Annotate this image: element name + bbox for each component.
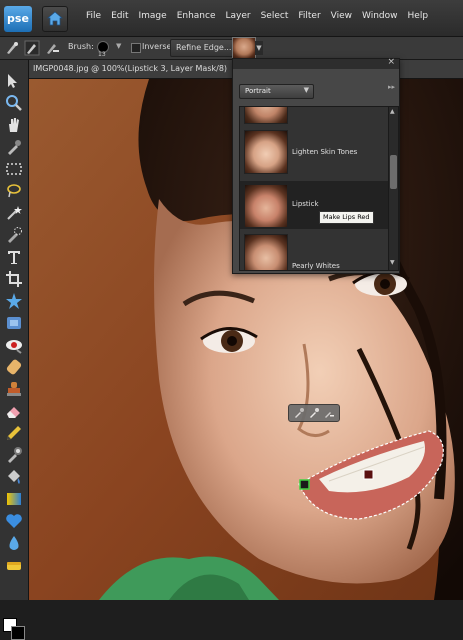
red-eye-removal-tool-icon[interactable] [5, 336, 23, 354]
recompose-tool-icon[interactable] [5, 314, 23, 332]
home-icon [47, 11, 63, 26]
effect-item[interactable]: Pearly Whites [240, 231, 388, 270]
refine-edge-button[interactable]: Refine Edge... [170, 39, 238, 57]
menu-edit[interactable]: Edit [111, 11, 134, 21]
menu-filter[interactable]: Filter [298, 11, 326, 21]
add-to-selection-icon[interactable] [24, 40, 40, 56]
effect-thumbnail [244, 130, 288, 174]
effect-thumbnail [244, 107, 288, 124]
magic-wand-tool-icon[interactable] [5, 204, 23, 222]
chevron-down-icon: ▼ [303, 86, 309, 94]
menu-file[interactable]: File [86, 11, 107, 21]
lasso-tool-icon[interactable] [5, 182, 23, 200]
subtract-brush-icon[interactable] [323, 407, 335, 419]
effect-thumbnail [244, 184, 288, 228]
home-button[interactable] [42, 6, 68, 32]
menu-window[interactable]: Window [362, 11, 404, 21]
zoom-tool-icon[interactable] [5, 94, 23, 112]
smart-brush-tool-icon[interactable] [5, 446, 23, 464]
effect-thumbnail [244, 234, 288, 270]
app-logo: pse [4, 6, 32, 32]
scrollbar-thumb[interactable] [390, 155, 397, 189]
scroll-up-icon[interactable]: ▲ [390, 108, 395, 115]
custom-shape-tool-icon[interactable] [5, 512, 23, 530]
add-brush-icon[interactable] [308, 407, 320, 419]
menu-view[interactable]: View [331, 11, 358, 21]
effects-panel: × Portrait ▼ ▸▸ Lighten Skin Tones Lipst… [232, 57, 400, 274]
eyedropper-tool-icon[interactable] [5, 138, 23, 156]
background-color-swatch[interactable] [11, 626, 25, 640]
smart-brush-mini-toolbar [288, 404, 340, 422]
effects-list: Lighten Skin Tones Lipstick Pearly White… [239, 106, 389, 271]
menu-layer[interactable]: Layer [226, 11, 257, 21]
tooltip: Make Lips Red [319, 211, 374, 224]
crop-tool-icon[interactable] [5, 270, 23, 288]
main-menu: File Edit Image Enhance Layer Select Fil… [86, 11, 438, 21]
subtract-from-selection-icon[interactable] [44, 40, 60, 56]
document-title: IMGP0048.jpg @ 100%(Lipstick 3, Layer Ma… [33, 64, 228, 73]
effects-category-dropdown[interactable]: Portrait ▼ [239, 84, 314, 99]
marquee-tool-icon[interactable] [5, 160, 23, 178]
preset-dropdown-icon[interactable]: ▼ [255, 41, 263, 55]
effect-item-label: Lighten Skin Tones [292, 148, 358, 156]
type-tool-icon[interactable] [5, 248, 23, 266]
blur-tool-icon[interactable] [5, 534, 23, 552]
panel-menu-icon[interactable]: ▸▸ [388, 83, 395, 91]
effect-item-label: Lipstick [292, 200, 319, 208]
brush-label: Brush: [68, 42, 94, 51]
tools-panel [0, 60, 29, 640]
brush-dropdown-icon[interactable]: ▼ [116, 42, 121, 50]
move-tool-icon[interactable] [5, 72, 23, 90]
brush-size: 13 [98, 51, 106, 58]
paint-bucket-tool-icon[interactable] [5, 468, 23, 486]
effect-item[interactable]: Lighten Skin Tones [240, 127, 388, 175]
menu-image[interactable]: Image [139, 11, 173, 21]
quick-selection-tool-icon[interactable] [5, 226, 23, 244]
spot-healing-brush-tool-icon[interactable] [5, 358, 23, 376]
inverse-label: Inverse [142, 42, 172, 51]
pencil-tool-icon[interactable] [5, 424, 23, 442]
cookie-cutter-tool-icon[interactable] [5, 292, 23, 310]
clone-stamp-tool-icon[interactable] [5, 380, 23, 398]
scroll-down-icon[interactable]: ▼ [390, 259, 395, 266]
effects-panel-titlebar[interactable]: × [233, 57, 399, 69]
close-icon[interactable]: × [387, 57, 395, 67]
menu-bar: pse File Edit Image Enhance Layer Select… [0, 0, 463, 37]
menu-help[interactable]: Help [408, 11, 435, 21]
inverse-checkbox[interactable] [131, 43, 141, 53]
menu-select[interactable]: Select [261, 11, 295, 21]
eraser-tool-icon[interactable] [5, 402, 23, 420]
sponge-tool-icon[interactable] [5, 556, 23, 574]
gradient-tool-icon[interactable] [5, 490, 23, 508]
smart-brush-icon[interactable] [293, 407, 305, 419]
menu-enhance[interactable]: Enhance [177, 11, 222, 21]
hand-tool-icon[interactable] [5, 116, 23, 134]
effect-item-label: Pearly Whites [292, 262, 340, 270]
effect-item[interactable] [240, 107, 388, 125]
effects-category-value: Portrait [245, 87, 271, 95]
selection-brush-tool-icon[interactable] [4, 40, 20, 56]
effects-scrollbar[interactable]: ▲ ▼ [388, 106, 399, 271]
